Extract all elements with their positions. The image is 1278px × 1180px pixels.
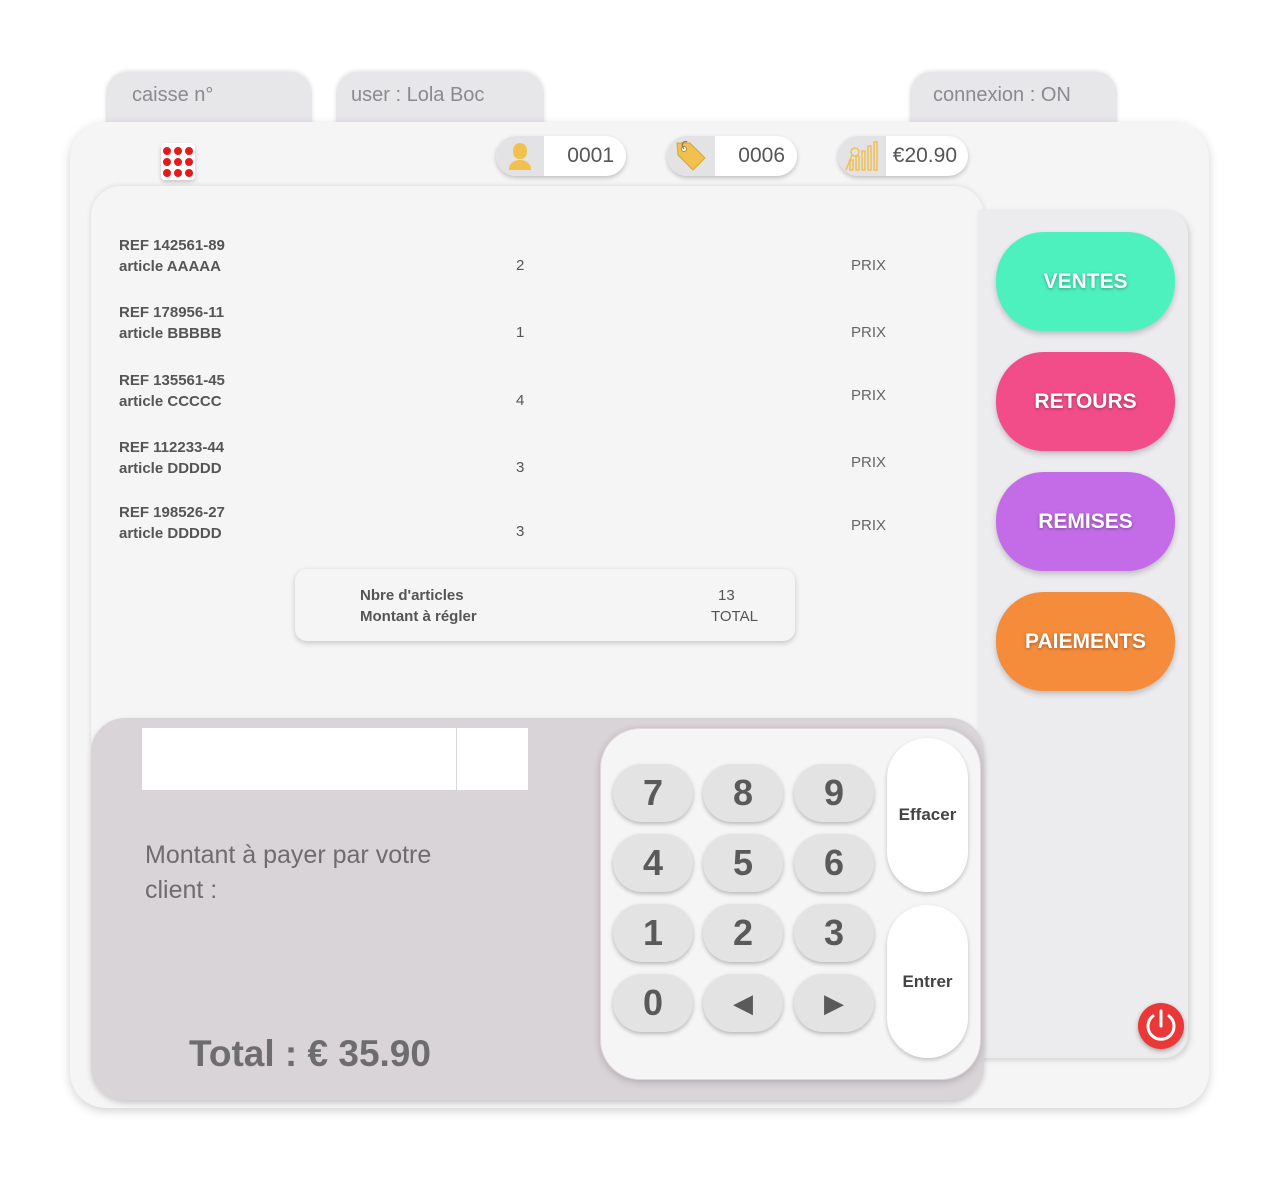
price-tag-icon [667, 136, 715, 176]
article-price: PRIX [851, 257, 887, 274]
key-left-arrow[interactable]: ◀ [703, 974, 783, 1032]
remises-button[interactable]: REMISES [996, 472, 1175, 571]
article-qty: 1 [516, 324, 525, 341]
article-price: PRIX [851, 324, 887, 341]
amount-label: Montant à régler [360, 608, 477, 625]
sales-counter: €20.90 [838, 136, 968, 176]
clients-counter: 0001 [496, 136, 626, 176]
article-ref: REF 142561-89 [119, 237, 225, 254]
small-input[interactable] [457, 728, 528, 790]
list-item[interactable]: REF 135561-45 article CCCCC [119, 370, 225, 412]
article-name: article CCCCC [119, 393, 222, 410]
list-item[interactable]: REF 178956-11 article BBBBB [119, 302, 224, 344]
amount-input[interactable] [142, 728, 456, 790]
ventes-button[interactable]: VENTES [996, 232, 1175, 331]
summary-box: Nbre d'articles 13 Montant à régler TOTA… [295, 569, 795, 641]
article-qty: 4 [516, 392, 525, 409]
sales-amount: €20.90 [892, 144, 957, 167]
effacer-button[interactable]: Effacer [887, 738, 968, 892]
article-name: article DDDDD [119, 460, 222, 477]
clients-count: 0001 [567, 144, 614, 167]
key-7[interactable]: 7 [613, 764, 693, 822]
list-item[interactable]: REF 142561-89 article AAAAA [119, 235, 225, 277]
paiements-button[interactable]: PAIEMENTS [996, 592, 1175, 691]
key-6[interactable]: 6 [794, 834, 874, 892]
power-icon[interactable] [1138, 1003, 1184, 1049]
article-ref: REF 135561-45 [119, 372, 225, 389]
article-price: PRIX [851, 517, 887, 534]
list-item[interactable]: REF 198526-27 article DDDDD [119, 502, 225, 544]
article-name: article DDDDD [119, 525, 222, 542]
count-value: 13 [718, 587, 735, 604]
key-0[interactable]: 0 [613, 974, 693, 1032]
key-8[interactable]: 8 [703, 764, 783, 822]
payment-prompt: Montant à payer par votre client : [145, 841, 432, 904]
article-price: PRIX [851, 454, 887, 471]
key-9[interactable]: 9 [794, 764, 874, 822]
key-1[interactable]: 1 [613, 904, 693, 962]
article-qty: 2 [516, 257, 525, 274]
article-name: article AAAAA [119, 258, 221, 275]
articles-counter: 0006 [667, 136, 797, 176]
article-ref: REF 112233-44 [119, 439, 225, 456]
bar-chart-icon [838, 136, 886, 176]
key-right-arrow[interactable]: ▶ [794, 974, 874, 1032]
user-bust-icon [496, 136, 544, 176]
grid-dots-icon[interactable] [161, 143, 195, 180]
article-qty: 3 [516, 523, 525, 540]
key-2[interactable]: 2 [703, 904, 783, 962]
retours-button[interactable]: RETOURS [996, 352, 1175, 451]
article-name: article BBBBB [119, 325, 222, 342]
entrer-button[interactable]: Entrer [887, 905, 968, 1058]
article-qty: 3 [516, 459, 525, 476]
payment-total: Total : € 35.90 [189, 1033, 431, 1074]
article-ref: REF 198526-27 [119, 504, 225, 521]
count-label: Nbre d'articles [360, 587, 464, 604]
article-ref: REF 178956-11 [119, 304, 225, 321]
key-4[interactable]: 4 [613, 834, 693, 892]
key-5[interactable]: 5 [703, 834, 783, 892]
key-3[interactable]: 3 [794, 904, 874, 962]
amount-value: TOTAL [711, 608, 758, 625]
list-item[interactable]: REF 112233-44 article DDDDD [119, 437, 224, 479]
article-price: PRIX [851, 387, 887, 404]
articles-count: 0006 [738, 144, 785, 167]
